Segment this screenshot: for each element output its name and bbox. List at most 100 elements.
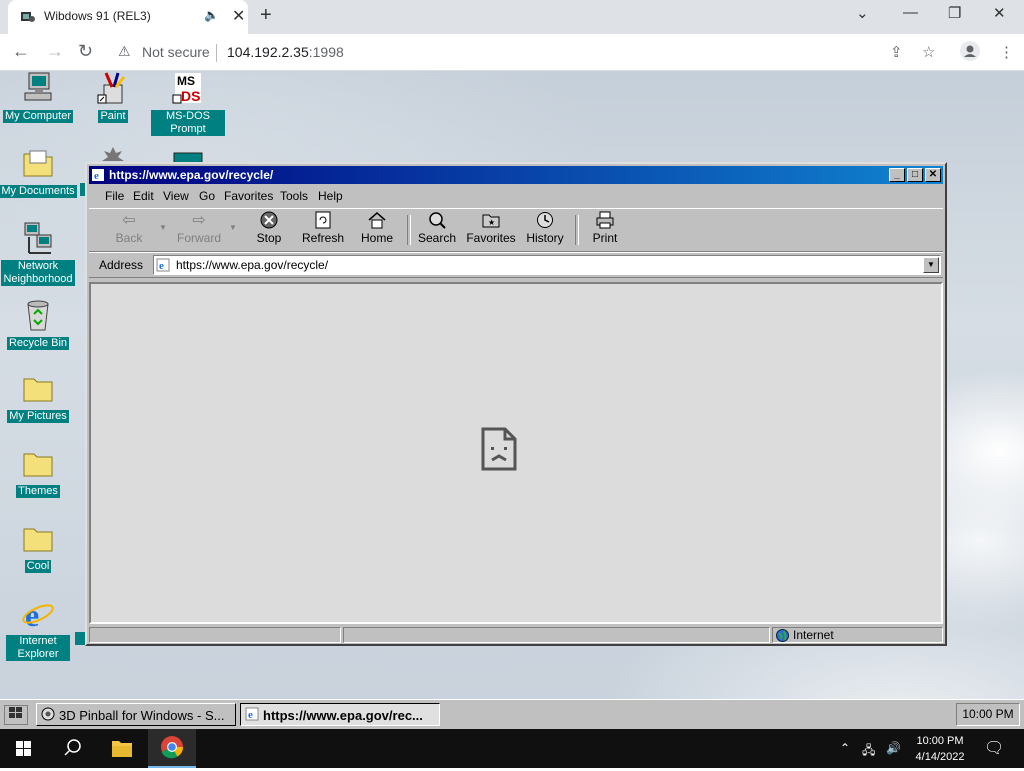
menu-edit[interactable]: Edit <box>133 189 154 203</box>
forward-dropdown-arrow[interactable]: ▼ <box>229 223 237 232</box>
taskbar-search-button[interactable] <box>48 729 96 768</box>
forward-label: Forward <box>176 231 221 245</box>
taskbar-button-pinball[interactable]: 3D Pinball for Windows - S... <box>36 703 236 726</box>
audio-playing-icon[interactable]: 🔈 <box>204 8 219 22</box>
menu-view[interactable]: View <box>163 189 189 203</box>
desktop-icon-my-pictures[interactable]: My Pictures <box>0 371 80 423</box>
ie-title-bar[interactable]: e https://www.epa.gov/recycle/ _ □ ✕ <box>89 166 943 184</box>
start-button[interactable] <box>4 705 28 725</box>
paint-icon <box>97 72 126 104</box>
chrome-menu-icon[interactable]: ⋮ <box>999 43 1014 61</box>
back-arrow-icon[interactable]: ← <box>12 41 30 62</box>
partial-desktop-icon[interactable] <box>98 145 128 163</box>
profile-avatar-icon[interactable] <box>960 41 980 65</box>
favorites-folder-icon: ★ <box>463 211 519 231</box>
desktop-icon-themes[interactable]: Themes <box>0 446 80 498</box>
network-icon[interactable]: 🖧 <box>862 741 875 762</box>
menu-help[interactable]: Help <box>318 189 343 203</box>
ie-maximize-button[interactable]: □ <box>907 168 923 182</box>
forward-arrow-icon[interactable]: → <box>46 41 64 62</box>
windows-logo-icon <box>16 741 31 756</box>
stop-label: Stop <box>256 231 282 245</box>
address-value: https://www.epa.gov/recycle/ <box>176 258 329 272</box>
menu-favorites[interactable]: Favorites <box>224 189 273 203</box>
omnibox[interactable]: ⚠ Not secure 104.192.2.35:1998 <box>110 38 950 66</box>
windows-logo-icon <box>9 707 22 718</box>
reload-icon[interactable]: ↻ <box>78 41 93 62</box>
ie-address-bar: Address e https://www.epa.gov/recycle/ ▼ <box>89 252 943 278</box>
search-button[interactable]: Search <box>409 211 465 245</box>
ie-menu-bar: File Edit View Go Favorites Tools Help <box>89 186 943 206</box>
window-restore-button[interactable]: ❐ <box>948 4 961 22</box>
url-text[interactable]: 104.192.2.35:1998 <box>227 44 344 60</box>
bookmark-star-icon[interactable]: ☆ <box>922 43 935 61</box>
win98-desktop: My Computer Paint MS DS MS-DOS Prompt My … <box>0 71 1024 699</box>
windows-start-button[interactable] <box>0 729 48 768</box>
win98-clock[interactable]: 10:00 PM <box>956 703 1020 726</box>
print-button[interactable]: Print <box>577 211 633 245</box>
stop-button[interactable]: Stop <box>241 211 297 245</box>
svg-text:e: e <box>248 709 253 721</box>
favorites-label: Favorites <box>466 231 516 245</box>
history-button[interactable]: History <box>517 211 573 245</box>
taskbar-button-ie[interactable]: e https://www.epa.gov/rec... <box>240 703 440 726</box>
desktop-icon-msdos[interactable]: MS DS MS-DOS Prompt <box>146 71 230 136</box>
not-secure-label[interactable]: Not secure <box>142 44 210 60</box>
forward-button[interactable]: ⇨ Forward <box>171 211 227 245</box>
page-content-area[interactable] <box>89 282 943 624</box>
search-label: Search <box>417 231 457 245</box>
host-taskbar: ⌃ 🖧 🔊 10:00 PM 4/14/2022 🗨 <box>0 729 1024 768</box>
address-dropdown-button[interactable]: ▼ <box>923 257 939 273</box>
window-minimize-button[interactable]: — <box>903 4 918 21</box>
clock-time: 10:00 PM <box>916 735 964 747</box>
back-button[interactable]: ⇦ Back <box>101 211 157 245</box>
desktop-icon-cool[interactable]: Cool <box>0 521 80 573</box>
favorites-button[interactable]: ★ Favorites <box>463 211 519 245</box>
recycle-bin-icon <box>27 300 49 331</box>
browser-tab[interactable]: Wibdows 91 (REL3) 🔈 ✕ <box>8 0 248 34</box>
tab-close-button[interactable]: ✕ <box>232 6 245 26</box>
show-hidden-icons-chevron[interactable]: ⌃ <box>840 741 850 755</box>
icon-label: Themes <box>16 485 60 498</box>
ie-close-button[interactable]: ✕ <box>925 168 941 182</box>
desktop-icon-internet-explorer[interactable]: e Internet Explorer <box>0 596 80 661</box>
new-tab-button[interactable]: + <box>260 4 272 27</box>
tab-favicon-icon <box>21 12 35 22</box>
volume-icon[interactable]: 🔊 <box>886 741 901 755</box>
menu-file[interactable]: File <box>105 189 124 203</box>
desktop-icon-paint[interactable]: Paint <box>71 71 155 123</box>
home-icon <box>349 211 405 231</box>
status-pane-zone: Internet <box>772 627 943 643</box>
address-input[interactable]: e https://www.epa.gov/recycle/ ▼ <box>153 255 941 275</box>
refresh-button[interactable]: Refresh <box>295 211 351 245</box>
window-close-button[interactable]: ✕ <box>993 4 1006 22</box>
icon-label: MS-DOS Prompt <box>151 110 225 136</box>
tab-search-button[interactable]: ⌄ <box>856 4 869 22</box>
file-explorer-button[interactable] <box>98 729 146 768</box>
desktop-icon-network[interactable]: Network Neighborhood <box>0 221 80 286</box>
menu-go[interactable]: Go <box>199 189 215 203</box>
desktop-icon-recycle-bin[interactable]: Recycle Bin <box>0 298 80 350</box>
security-zone-label: Internet <box>793 628 834 642</box>
notification-center-icon[interactable]: 🗨 <box>984 738 1004 758</box>
folder-icon <box>23 150 53 177</box>
icon-label: My Documents <box>0 185 77 198</box>
url-host: 104.192.2.35 <box>227 44 309 60</box>
stop-icon <box>241 211 297 231</box>
menu-tools[interactable]: Tools <box>280 189 308 203</box>
url-port: :1998 <box>308 44 344 60</box>
status-pane-progress <box>343 627 770 643</box>
desktop-icon-my-computer[interactable]: My Computer <box>0 71 80 123</box>
back-dropdown-arrow[interactable]: ▼ <box>159 223 167 232</box>
ie-minimize-button[interactable]: _ <box>889 168 905 182</box>
home-button[interactable]: Home <box>349 211 405 245</box>
system-clock[interactable]: 10:00 PM 4/14/2022 <box>908 733 972 765</box>
warning-icon[interactable]: ⚠ <box>118 43 131 60</box>
globe-icon <box>776 629 789 642</box>
desktop-icon-my-documents[interactable]: My Documents <box>0 146 80 198</box>
share-icon[interactable]: ⇪ <box>890 43 903 61</box>
network-icon <box>24 222 52 254</box>
ie-status-bar: Internet <box>89 626 943 644</box>
history-icon <box>517 211 573 231</box>
chrome-taskbar-button[interactable] <box>148 729 196 768</box>
